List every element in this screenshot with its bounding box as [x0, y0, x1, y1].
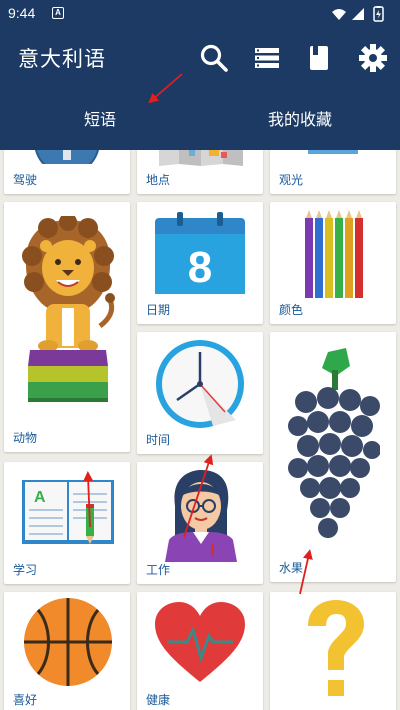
- calendar-icon: 8: [155, 212, 245, 294]
- status-bar: 9:44 A: [0, 0, 400, 28]
- card-label: 日期: [146, 303, 171, 317]
- steering-wheel-icon: [35, 150, 99, 164]
- card-date[interactable]: 8 日期: [137, 202, 263, 324]
- card-label: 健康: [146, 693, 171, 707]
- app-bar: 意大利语 短语 我的收藏: [0, 28, 400, 150]
- calendar-day-number: 8: [188, 243, 212, 292]
- question-mark-icon: [308, 600, 364, 696]
- card-places[interactable]: 地点: [137, 150, 263, 194]
- card-label: 学习: [13, 563, 38, 577]
- svg-text:A: A: [34, 489, 46, 506]
- tab-phrases[interactable]: 短语: [0, 100, 200, 150]
- notification-a-icon: A: [52, 7, 64, 19]
- card-time[interactable]: 时间: [137, 332, 263, 454]
- list-icon[interactable]: [251, 42, 283, 74]
- status-time: 9:44: [8, 5, 36, 21]
- card-sightseeing[interactable]: 观光: [270, 150, 396, 194]
- basketball-icon: [24, 598, 112, 686]
- camera-icon: [308, 150, 358, 154]
- card-label: 喜好: [13, 693, 38, 707]
- map-icon: [159, 150, 243, 166]
- clock-icon: [156, 340, 244, 428]
- tab-favorites[interactable]: 我的收藏: [200, 100, 400, 150]
- card-label: 水果: [279, 561, 304, 575]
- card-other[interactable]: [270, 592, 396, 710]
- card-health[interactable]: 健康: [137, 592, 263, 710]
- card-colors[interactable]: 颜色: [270, 202, 396, 324]
- card-fruit[interactable]: 水果: [270, 332, 396, 582]
- card-animals[interactable]: 动物: [4, 202, 130, 452]
- card-label: 动物: [13, 431, 38, 445]
- card-label: 颜色: [279, 303, 304, 317]
- card-work[interactable]: 工作: [137, 462, 263, 584]
- card-label: 工作: [146, 563, 171, 577]
- card-label: 时间: [146, 433, 171, 447]
- category-grid: 驾驶 地点 观光 动物 8 日期 颜色 时间 水果 A 学习 工作 喜好 健康: [0, 150, 400, 710]
- card-hobbies[interactable]: 喜好: [4, 592, 130, 710]
- gear-icon[interactable]: [357, 42, 389, 74]
- app-title: 意大利语: [18, 47, 106, 71]
- businesswoman-icon: [165, 470, 237, 562]
- card-study[interactable]: A 学习: [4, 462, 130, 584]
- book-icon[interactable]: [303, 42, 335, 74]
- card-label: 地点: [146, 173, 171, 187]
- system-status-icons: [332, 6, 384, 22]
- heart-icon: [155, 602, 245, 682]
- card-driving[interactable]: 驾驶: [4, 150, 130, 194]
- lion-icon: [22, 216, 115, 402]
- card-label: 观光: [279, 173, 304, 187]
- card-label: 驾驶: [13, 173, 38, 187]
- colored-pencils-icon: [305, 210, 363, 298]
- notebook-icon: A: [22, 480, 114, 544]
- search-icon[interactable]: [198, 42, 230, 74]
- grapes-icon: [288, 348, 380, 538]
